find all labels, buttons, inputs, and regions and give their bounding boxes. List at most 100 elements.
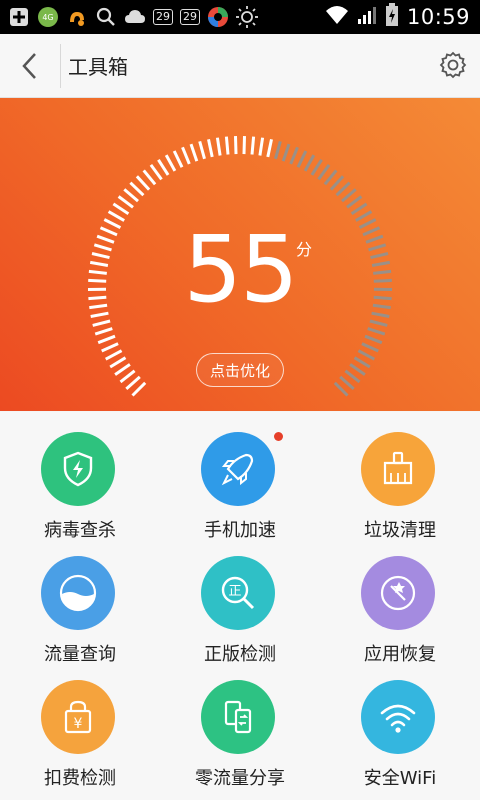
status-bar: 4G 29 29 10:59 (0, 0, 480, 34)
tool-label: 零流量分享 (195, 768, 285, 789)
gauge-tick-empty (274, 141, 282, 160)
back-button[interactable] (0, 34, 60, 97)
gauge-tick-filled (224, 136, 230, 155)
gauge-tick-filled (135, 175, 151, 191)
gear-icon (439, 51, 467, 79)
page-title: 工具箱 (68, 55, 128, 79)
gauge-tick-empty (333, 381, 349, 397)
tool-virus-scan[interactable]: 病毒查杀 (0, 412, 160, 541)
tool-zero-data-share[interactable]: 零流量分享 (160, 660, 320, 789)
colorful-app-icon (207, 6, 229, 28)
header-divider (60, 44, 61, 88)
wifi-icon (380, 704, 416, 733)
gauge-tick-empty (281, 143, 291, 162)
gauge-tick-filled (131, 381, 147, 397)
gauge-tick-filled (123, 188, 139, 203)
gauge-tick-empty (349, 363, 366, 376)
tool-label: 扣费检测 (44, 768, 116, 789)
calendar-badge-2: 29 (180, 9, 200, 25)
gauge-tick-empty (369, 319, 388, 327)
score-container: 55 (0, 224, 480, 316)
gauge-tick-empty (296, 150, 308, 168)
gauge-tick-filled (266, 138, 273, 158)
tool-icon-bg (41, 556, 115, 630)
broom-icon (383, 451, 413, 485)
gauge-tick-filled (207, 138, 214, 158)
gauge-tick-filled (164, 154, 177, 172)
uc-browser-icon (66, 6, 88, 28)
gauge-tick-filled (198, 141, 206, 160)
gauge-tick-filled (101, 342, 119, 353)
tool-phone-speedup[interactable]: 手机加速 (160, 412, 320, 541)
gauge-tick-empty (361, 342, 379, 353)
gauge-tick-filled (181, 146, 191, 165)
tool-junk-clean[interactable]: 垃圾清理 (320, 412, 480, 541)
battery-icon (385, 3, 399, 31)
gauge-tick-filled (250, 136, 256, 155)
gauge-tick-filled (258, 137, 265, 156)
svg-text:4G: 4G (42, 13, 53, 22)
gauge-tick-empty (335, 181, 351, 197)
gauge-tick-empty (355, 210, 373, 222)
settings-button[interactable] (438, 50, 468, 80)
yen-bag-icon: ¥ (64, 700, 92, 734)
tool-charge-check[interactable]: ¥ 扣费检测 (0, 660, 160, 789)
magic-wand-icon (380, 575, 416, 611)
gauge-tick-filled (189, 143, 199, 162)
gauge-tick-filled (142, 169, 157, 186)
network-4g-icon: 4G (37, 6, 59, 28)
app-header: 工具箱 (0, 34, 480, 98)
magnifier-zheng-icon: 正 (221, 576, 255, 610)
gauge-tick-filled (172, 150, 184, 168)
calendar-badge: 29 (153, 9, 173, 25)
score-unit: 分 (296, 240, 313, 259)
tool-icon-bg (361, 556, 435, 630)
gauge-tick-empty (341, 188, 357, 203)
tool-icon-bg: ¥ (41, 680, 115, 754)
optimize-button[interactable]: 点击优化 (196, 353, 284, 387)
gauge-tick-filled (149, 164, 163, 181)
gauge-tick-filled (94, 327, 113, 336)
tool-app-restore[interactable]: 应用恢复 (320, 536, 480, 665)
score-panel: 55 分 点击优化 (0, 98, 480, 411)
gauge-tick-empty (303, 154, 316, 172)
gauge-tick-empty (353, 356, 371, 369)
gauge-tick-empty (357, 349, 376, 361)
tool-safe-wifi[interactable]: 安全WiFi (320, 660, 480, 789)
gauge-tick-filled (125, 375, 141, 391)
gauge-tick-empty (364, 334, 383, 345)
gauge-tick-empty (310, 158, 323, 176)
gauge-tick-filled (215, 137, 222, 156)
gauge-tick-filled (97, 334, 116, 345)
gauge-tick-empty (339, 375, 355, 391)
gauge-tick-filled (119, 369, 136, 384)
plus-box-icon (8, 6, 30, 28)
clock: 10:59 (406, 5, 470, 29)
notification-dot (274, 432, 283, 441)
tool-icon-bg (41, 432, 115, 506)
gauge-tick-empty (317, 164, 331, 181)
gauge-tick-empty (329, 175, 345, 191)
status-system: 10:59 (325, 3, 470, 31)
tools-grid: 病毒查杀 手机加速 垃圾清理 流量查询 正 正版检测 应用恢复 ¥ 扣费检测 零… (0, 412, 480, 800)
gauge-tick-filled (129, 181, 145, 197)
gauge-tick-empty (323, 169, 338, 186)
gauge-tick-empty (367, 327, 386, 336)
gauge-tick-filled (157, 158, 170, 176)
tool-label: 安全WiFi (363, 768, 437, 789)
rocket-icon (221, 453, 254, 486)
gauge-tick-filled (114, 363, 131, 376)
gauge-tick-filled (242, 136, 246, 155)
phones-transfer-icon (224, 700, 252, 734)
water-level-icon (59, 574, 97, 612)
gauge-tick-empty (350, 202, 368, 216)
tool-icon-bg (361, 680, 435, 754)
svg-text:正: 正 (228, 584, 241, 599)
tool-genuine-check[interactable]: 正 正版检测 (160, 536, 320, 665)
tool-icon-bg (201, 432, 275, 506)
signal-icon (357, 5, 377, 29)
tool-data-usage[interactable]: 流量查询 (0, 536, 160, 665)
tool-icon-bg (201, 680, 275, 754)
tool-icon-bg (361, 432, 435, 506)
chevron-left-icon (22, 52, 36, 79)
